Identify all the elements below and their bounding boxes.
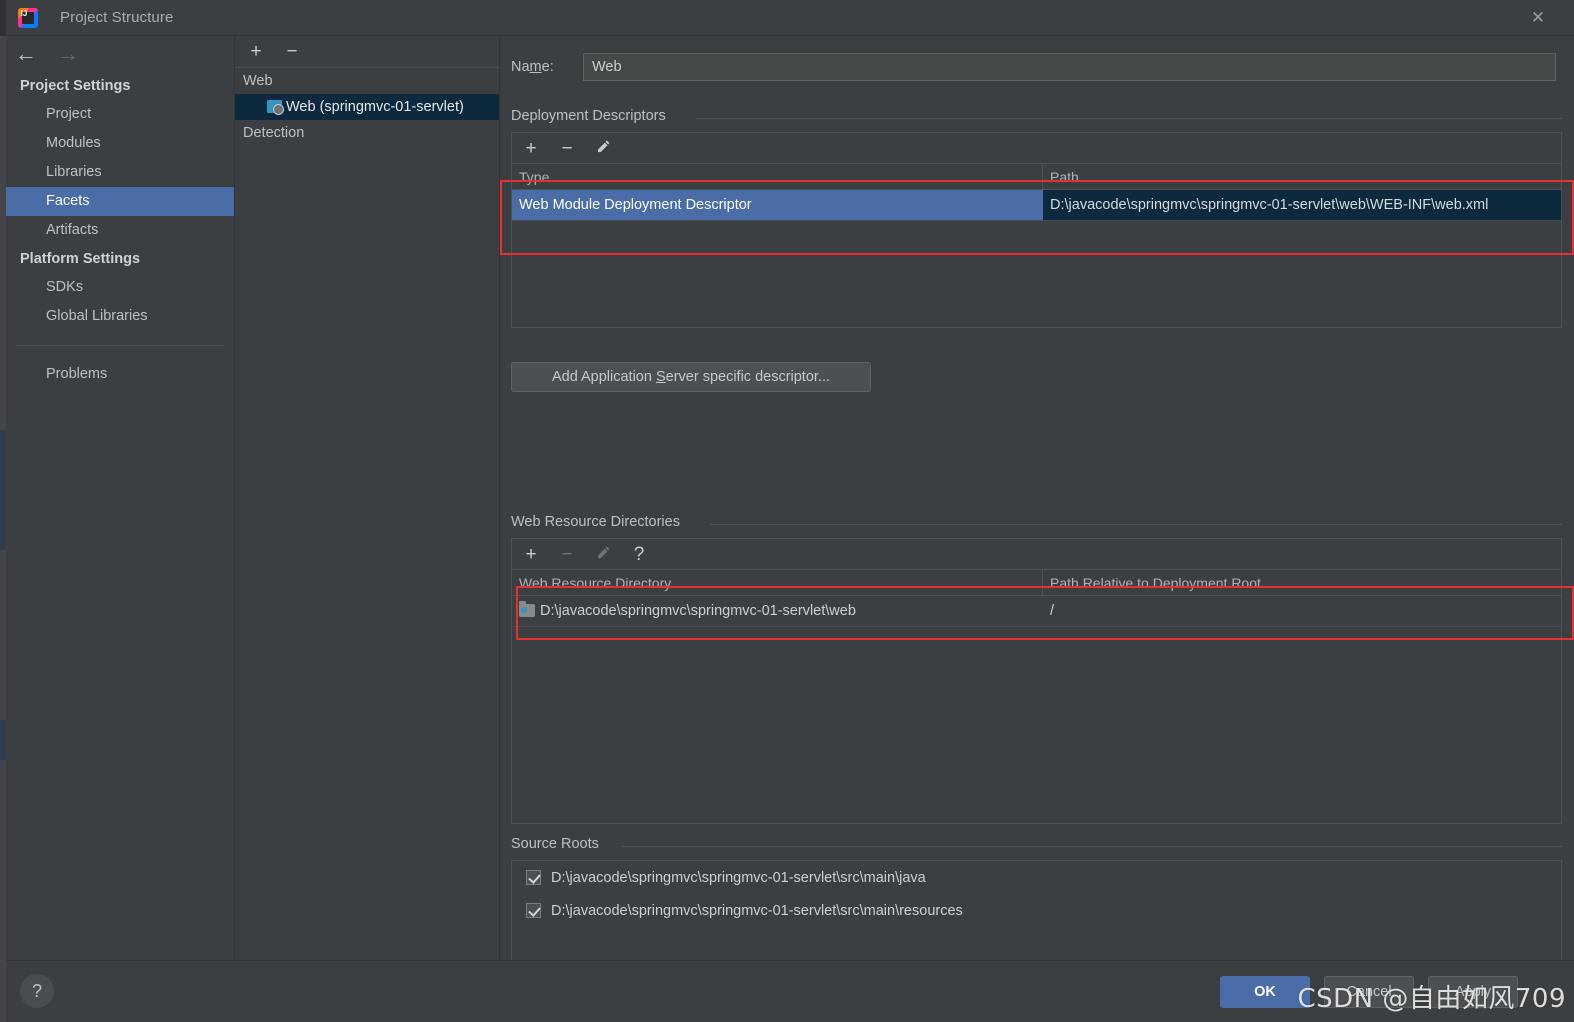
tree-row-web-module[interactable]: Web (springmvc-01-servlet) — [235, 94, 499, 120]
dialog-body: ← → Project Settings Project Modules Lib… — [6, 36, 1574, 960]
sidebar: ← → Project Settings Project Modules Lib… — [6, 36, 235, 960]
back-arrow-icon[interactable]: ← — [15, 43, 37, 65]
table-row-divider — [512, 626, 1561, 627]
web-resource-directories-title: Web Resource Directories — [511, 514, 680, 530]
source-root-path: D:\javacode\springmvc\springmvc-01-servl… — [551, 869, 926, 886]
source-root-checkbox[interactable] — [526, 903, 541, 918]
facet-name-row: Name: — [511, 52, 1556, 82]
intellij-idea-icon: IJ — [18, 7, 38, 28]
edit-web-resource-pencil-icon[interactable] — [594, 545, 612, 564]
close-icon[interactable]: ✕ — [1516, 0, 1560, 36]
title-bar: IJ Project Structure ✕ — [6, 0, 1574, 36]
web-resource-header-row: Web Resource Directory Path Relative to … — [512, 570, 1561, 596]
descriptor-path-cell[interactable]: D:\javacode\springmvc\springmvc-01-servl… — [1043, 190, 1561, 220]
sidebar-group-project-settings: Project Settings — [20, 78, 131, 94]
deployment-descriptors-rule — [696, 118, 1562, 119]
facet-name-label: Name: — [511, 59, 554, 75]
table-row-divider — [512, 220, 1561, 221]
source-root-item[interactable]: D:\javacode\springmvc\springmvc-01-servl… — [512, 894, 1561, 927]
edit-descriptor-pencil-icon[interactable] — [594, 139, 612, 158]
web-resource-relative-path-cell[interactable]: / — [1043, 596, 1561, 626]
column-header-type[interactable]: Type — [512, 164, 1043, 189]
source-root-checkbox[interactable] — [526, 870, 541, 885]
table-row[interactable]: Web Module Deployment Descriptor D:\java… — [512, 190, 1561, 220]
sidebar-item-global-libraries[interactable]: Global Libraries — [6, 302, 234, 331]
facets-tree-panel: + − Web Web (springmvc-01-servlet) Detec… — [235, 36, 500, 960]
deployment-descriptors-panel: + − Type Path Web Module Deployment Desc… — [511, 132, 1562, 328]
web-resource-directories-panel: + − ? Web Resource Directory Path Relati… — [511, 538, 1562, 824]
facet-editor: Name: Deployment Descriptors + − Type Pa… — [500, 36, 1574, 960]
web-resource-directories-toolbar: + − ? — [512, 539, 1561, 570]
deployment-descriptors-title: Deployment Descriptors — [511, 108, 666, 124]
source-roots-title: Source Roots — [511, 836, 599, 852]
page-title: Project Structure — [60, 9, 174, 26]
project-structure-dialog: IJ Project Structure ✕ ← → Project Setti… — [0, 0, 1574, 1022]
web-resource-directories-rule — [710, 524, 1562, 525]
facet-name-input[interactable] — [583, 53, 1556, 81]
deployment-descriptors-header-row: Type Path — [512, 164, 1561, 190]
tree-row-detection[interactable]: Detection — [235, 120, 499, 146]
sidebar-item-modules[interactable]: Modules — [6, 129, 234, 158]
sidebar-item-sdks[interactable]: SDKs — [6, 273, 234, 302]
remove-facet-icon[interactable]: − — [283, 42, 301, 61]
sidebar-item-libraries[interactable]: Libraries — [6, 158, 234, 187]
help-icon[interactable]: ? — [20, 974, 54, 1008]
sidebar-item-problems[interactable]: Problems — [6, 360, 234, 389]
add-facet-icon[interactable]: + — [247, 42, 265, 61]
forward-arrow-icon[interactable]: → — [57, 43, 79, 65]
column-header-path-relative[interactable]: Path Relative to Deployment Root — [1043, 570, 1561, 595]
deployment-descriptors-toolbar: + − — [512, 133, 1561, 164]
remove-web-resource-icon[interactable]: − — [558, 545, 576, 564]
watermark: CSDN @自由如风709 — [1297, 984, 1566, 1014]
add-web-resource-icon[interactable]: + — [522, 545, 540, 564]
sidebar-group-platform-settings: Platform Settings — [20, 251, 141, 267]
tree-row-label: Web (springmvc-01-servlet) — [286, 99, 464, 115]
sidebar-nav-bar: ← → — [6, 36, 234, 72]
web-resource-directory-cell[interactable]: D:\javacode\springmvc\springmvc-01-servl… — [512, 596, 1043, 626]
source-roots-panel: D:\javacode\springmvc\springmvc-01-servl… — [511, 860, 1562, 960]
source-roots-rule — [622, 846, 1562, 847]
descriptor-type-cell[interactable]: Web Module Deployment Descriptor — [512, 190, 1043, 220]
table-row[interactable]: D:\javacode\springmvc\springmvc-01-servl… — [512, 596, 1561, 626]
web-module-icon — [267, 100, 284, 115]
column-header-web-resource-directory[interactable]: Web Resource Directory — [512, 570, 1043, 595]
sidebar-item-artifacts[interactable]: Artifacts — [6, 216, 234, 245]
remove-descriptor-icon[interactable]: − — [558, 139, 576, 158]
web-resource-help-icon[interactable]: ? — [630, 545, 648, 564]
tree-row-web-group[interactable]: Web — [235, 68, 499, 94]
folder-icon — [519, 601, 535, 617]
facets-tree-toolbar: + − — [235, 36, 499, 68]
sidebar-item-project[interactable]: Project — [6, 100, 234, 129]
column-header-path[interactable]: Path — [1043, 164, 1561, 189]
sidebar-item-facets[interactable]: Facets — [6, 187, 234, 216]
source-root-item[interactable]: D:\javacode\springmvc\springmvc-01-servl… — [512, 861, 1561, 894]
add-descriptor-icon[interactable]: + — [522, 139, 540, 158]
web-resource-directory-text: D:\javacode\springmvc\springmvc-01-servl… — [540, 603, 856, 619]
add-application-server-descriptor-button[interactable]: Add Application Server specific descript… — [511, 362, 871, 392]
sidebar-divider — [16, 345, 224, 346]
source-root-path: D:\javacode\springmvc\springmvc-01-servl… — [551, 902, 963, 919]
